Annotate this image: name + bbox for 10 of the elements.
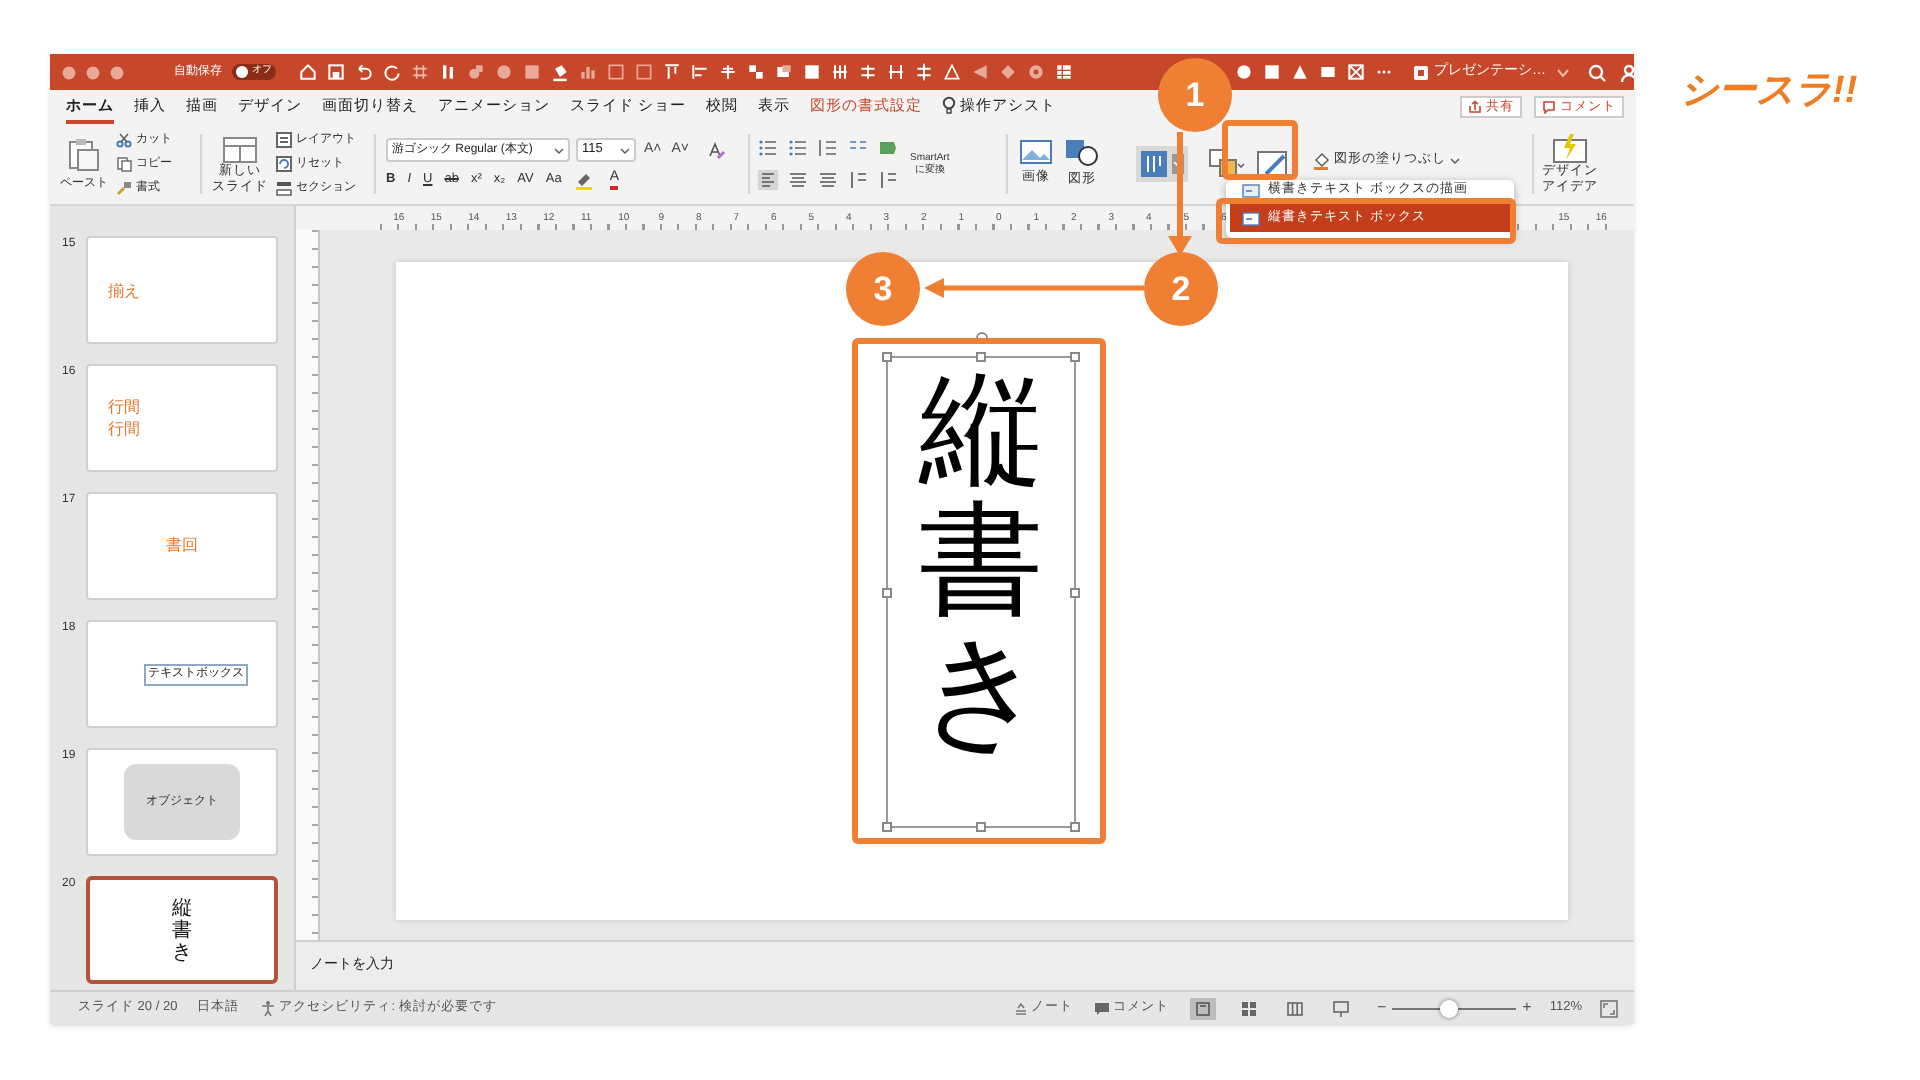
thumbnail-text: 行間	[108, 418, 142, 440]
thumbnail-text: 揃え	[108, 279, 142, 301]
thumbnail-text: 縦書き	[172, 897, 192, 963]
slide-thumbnail[interactable]: 縦書き	[86, 876, 278, 984]
zoom-out-button[interactable]: −	[1377, 996, 1387, 1020]
vertical-text: 縦書き	[919, 366, 1043, 765]
zoom-in-button[interactable]: +	[1522, 996, 1532, 1020]
logo: シースラ!!	[1680, 68, 1858, 116]
thumbnail-text: 書回	[166, 534, 198, 558]
thumbnail-text: 行間	[108, 396, 142, 418]
